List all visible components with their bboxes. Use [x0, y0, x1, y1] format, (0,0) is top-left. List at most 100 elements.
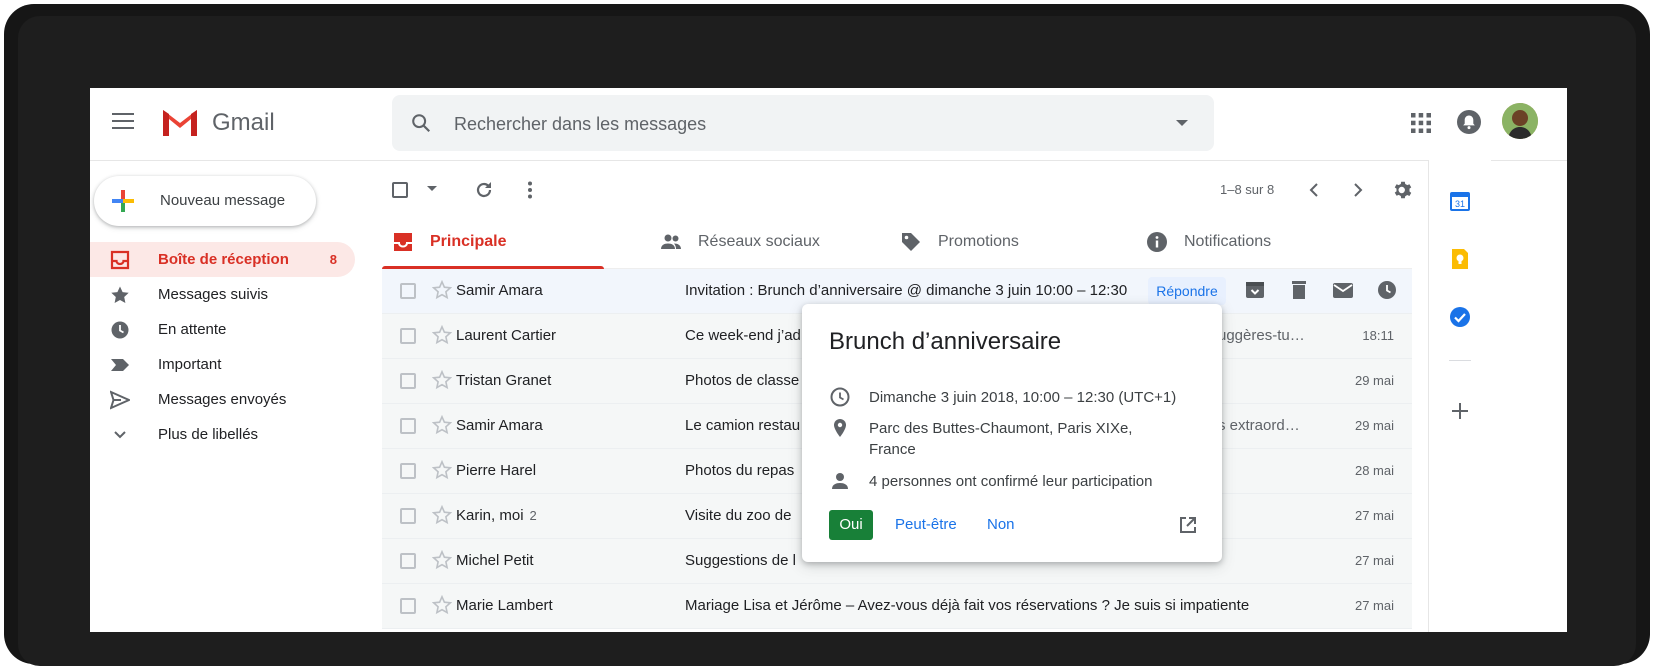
row-checkbox[interactable] — [400, 508, 416, 524]
gmail-logo-icon[interactable] — [160, 106, 200, 138]
account-avatar[interactable] — [1502, 103, 1538, 139]
calendar-icon[interactable]: 31 — [1449, 190, 1471, 212]
star-outline-icon[interactable] — [432, 325, 452, 345]
inbox-icon — [110, 250, 130, 270]
add-addon-plus-icon[interactable] — [1449, 400, 1471, 422]
tab-primary[interactable]: Principale — [382, 216, 604, 269]
star-outline-icon[interactable] — [432, 505, 452, 525]
location-pin-icon — [834, 419, 846, 437]
row-checkbox[interactable] — [400, 463, 416, 479]
sender-names: Karin, moi — [456, 507, 524, 524]
email-date: 28 mai — [1354, 463, 1394, 478]
trash-icon[interactable] — [1288, 279, 1310, 301]
device-bezel: Gmail Rechercher dans les messages Nouve… — [0, 0, 1654, 666]
star-outline-icon[interactable] — [432, 415, 452, 435]
row-checkbox[interactable] — [400, 418, 416, 434]
tab-updates[interactable]: Notifications — [1136, 216, 1366, 268]
thread-count: 2 — [529, 508, 537, 523]
person-icon — [832, 473, 848, 489]
event-location-line1: Parc des Buttes-Chaumont, Paris XIXe, — [869, 420, 1133, 437]
row-checkbox[interactable] — [400, 328, 416, 344]
keep-bulb-icon[interactable] — [1449, 248, 1471, 270]
sidebar-item-label: Important — [158, 356, 222, 373]
email-sender: Samir Amara — [456, 282, 543, 299]
email-subject: Le camion restau — [685, 417, 801, 434]
gmail-screen: Gmail Rechercher dans les messages Nouve… — [90, 88, 1567, 632]
mark-unread-icon[interactable] — [1332, 279, 1354, 301]
compose-button[interactable]: Nouveau message — [94, 176, 316, 226]
star-icon — [111, 286, 129, 303]
tab-promotions[interactable]: Promotions — [890, 216, 1110, 268]
tab-label: Réseaux sociaux — [698, 233, 820, 250]
star-outline-icon[interactable] — [432, 370, 452, 390]
chevron-right-icon[interactable] — [1348, 180, 1368, 200]
sidebar-item-label: En attente — [158, 321, 227, 338]
search-input[interactable] — [452, 109, 1136, 139]
open-in-new-icon[interactable] — [1178, 515, 1198, 535]
row-checkbox[interactable] — [400, 283, 416, 299]
search-options-caret-icon[interactable] — [1176, 120, 1188, 126]
refresh-icon[interactable] — [474, 180, 494, 200]
app-header: Gmail — [90, 88, 1567, 161]
select-options-caret-icon[interactable] — [427, 186, 437, 191]
sidebar-item-starred[interactable]: Messages suivis — [90, 277, 355, 312]
sidebar-item-label: Boîte de réception — [158, 251, 289, 268]
avatar-portrait-icon — [1502, 103, 1538, 139]
chevron-left-icon[interactable] — [1304, 180, 1324, 200]
compose-plus-icon — [112, 190, 134, 212]
category-tabs: Principale Réseaux sociaux Promotions No… — [382, 216, 1412, 269]
row-checkbox[interactable] — [400, 373, 416, 389]
side-panel: 31 — [1428, 160, 1491, 632]
email-subject: Mariage Lisa et Jérôme – Avez-vous déjà … — [685, 597, 1250, 614]
tasks-icon[interactable] — [1449, 306, 1471, 328]
select-all-checkbox[interactable] — [392, 182, 408, 198]
rsvp-maybe-button[interactable]: Peut-être — [895, 516, 957, 533]
email-row[interactable]: Marie Lambert Mariage Lisa et Jérôme – A… — [382, 584, 1412, 629]
tab-social[interactable]: Réseaux sociaux — [650, 216, 870, 268]
sidebar-item-label: Messages envoyés — [158, 391, 287, 408]
rsvp-no-button[interactable]: Non — [987, 516, 1015, 533]
email-date: 29 mai — [1354, 418, 1394, 433]
gear-icon[interactable] — [1392, 179, 1414, 201]
rsvp-yes-button[interactable]: Oui — [829, 510, 873, 540]
calendar-day-number: 31 — [1455, 199, 1465, 209]
row-checkbox[interactable] — [400, 598, 416, 614]
star-outline-icon[interactable] — [432, 595, 452, 615]
info-icon — [1147, 232, 1167, 252]
email-sender: Karin, moi 2 — [456, 507, 537, 524]
archive-icon[interactable] — [1244, 279, 1266, 301]
email-date: 27 mai — [1354, 598, 1394, 613]
snooze-clock-icon[interactable] — [1376, 279, 1398, 301]
pagination-status: 1–8 sur 8 — [1220, 182, 1275, 197]
sidebar-item-snoozed[interactable]: En attente — [90, 312, 355, 347]
chevron-down-icon — [114, 431, 126, 439]
reply-button[interactable]: Répondre — [1148, 277, 1226, 305]
event-location-line2: France — [869, 441, 916, 458]
tag-icon — [902, 233, 920, 251]
event-location-line: Parc des Buttes-Chaumont, Paris XIXe, Fr… — [829, 417, 1209, 459]
sidebar-item-sent[interactable]: Messages envoyés — [90, 382, 355, 417]
notifications-bell-icon[interactable] — [1456, 109, 1482, 135]
search-icon[interactable] — [410, 112, 432, 134]
star-outline-icon[interactable] — [432, 280, 452, 300]
apps-grid-icon[interactable] — [1411, 113, 1431, 133]
event-guests: 4 personnes ont confirmé leur participat… — [869, 473, 1153, 490]
sidebar-item-more-labels[interactable]: Plus de libellés — [90, 417, 355, 452]
important-icon — [111, 359, 129, 371]
email-snippet: s extraord… — [1218, 417, 1300, 434]
hamburger-menu-icon[interactable] — [112, 113, 134, 131]
email-sender: Marie Lambert — [456, 597, 553, 614]
star-outline-icon[interactable] — [432, 460, 452, 480]
search-bar[interactable] — [392, 95, 1214, 151]
more-vertical-icon[interactable] — [520, 180, 540, 200]
people-icon — [661, 234, 681, 249]
row-hover-actions — [1240, 279, 1410, 303]
row-checkbox[interactable] — [400, 553, 416, 569]
email-subject: Photos du repas — [685, 462, 795, 479]
inbox-icon — [394, 233, 412, 251]
email-date: 18:11 — [1362, 328, 1394, 343]
star-outline-icon[interactable] — [432, 550, 452, 570]
sidebar-item-inbox[interactable]: Boîte de réception 8 — [90, 242, 355, 277]
sidebar-item-important[interactable]: Important — [90, 347, 355, 382]
event-datetime: Dimanche 3 juin 2018, 10:00 – 12:30 (UTC… — [869, 389, 1177, 406]
